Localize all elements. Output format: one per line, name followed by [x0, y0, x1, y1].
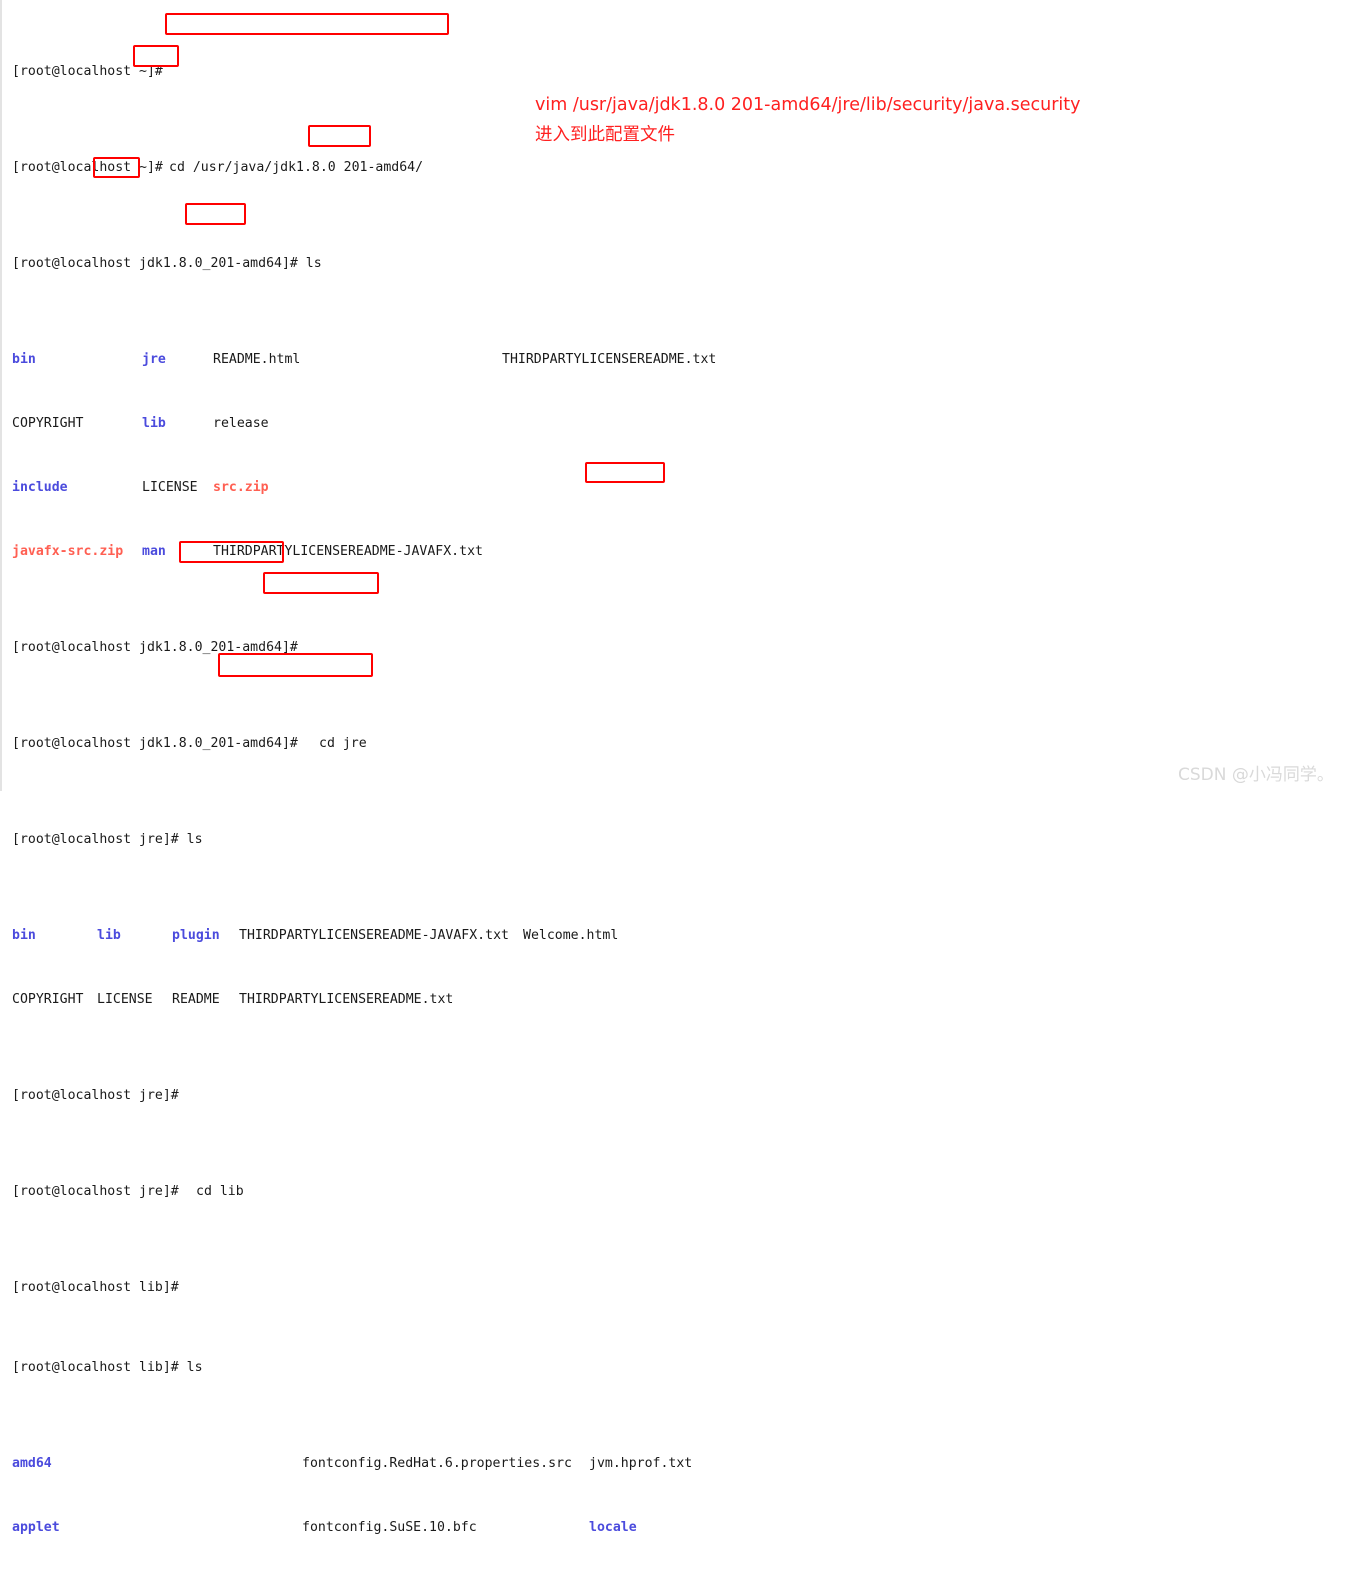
file-include[interactable]: include — [12, 480, 68, 496]
command-ls-jre: [root@localhost jre]# ls — [12, 832, 203, 847]
file-bin[interactable]: bin — [12, 928, 36, 944]
file-plugin[interactable]: plugin — [172, 928, 220, 944]
file-release[interactable]: release — [213, 416, 269, 432]
terminal-line: [root@localhost jre]# — [12, 1088, 1351, 1104]
terminal-line: [root@localhost jre]# ls — [12, 832, 1351, 848]
file-thirdparty-txt[interactable]: THIRDPARTYLICENSEREADME.txt — [239, 992, 453, 1008]
file-jre[interactable]: jre — [142, 352, 166, 368]
terminal-line: [root@localhost jdk1.8.0_201-amd64]# ls — [12, 256, 1351, 272]
ls-row: bin lib plugin THIRDPARTYLICENSEREADME-J… — [12, 928, 1351, 944]
annotation-chinese-note: 进入到此配置文件 — [535, 125, 675, 145]
annotation-vim-path: vim /usr/java/jdk1.8.0 201-amd64/jre/lib… — [535, 95, 1081, 115]
file-copyright[interactable]: COPYRIGHT — [12, 416, 83, 432]
shell-prompt: [root@localhost ~]# — [12, 160, 163, 175]
file-jvm-hprof-txt[interactable]: jvm.hprof.txt — [589, 1456, 692, 1472]
shell-prompt: [root@localhost lib]# — [12, 1280, 179, 1295]
file-thirdparty-javafx-txt[interactable]: THIRDPARTYLICENSEREADME-JAVAFX.txt — [239, 928, 509, 944]
terminal-line: [root@localhost lib]# ls — [12, 1360, 1351, 1376]
file-welcome-html[interactable]: Welcome.html — [523, 928, 618, 944]
terminal-line: [root@localhost ~]# — [12, 64, 1351, 80]
terminal-line: [root@localhost jdk1.8.0_201-amd64]# — [12, 640, 1351, 656]
shell-prompt: [root@localhost ~]# — [12, 64, 163, 79]
ls-row: COPYRIGHT lib release — [12, 416, 1351, 432]
command-cd-jre[interactable]: cd jre — [319, 736, 367, 752]
file-lib[interactable]: lib — [142, 416, 166, 432]
file-readme[interactable]: README — [172, 992, 220, 1008]
shell-prompt: [root@localhost jre]# — [12, 1088, 179, 1103]
shell-prompt: [root@localhost jdk1.8.0_201-amd64]# — [12, 736, 298, 751]
ls-row: javafx-src.zip man THIRDPARTYLICENSEREAD… — [12, 544, 1351, 560]
file-thirdparty-txt[interactable]: THIRDPARTYLICENSEREADME.txt — [502, 352, 716, 368]
file-bin[interactable]: bin — [12, 352, 36, 368]
ls-row: amd64 fontconfig.RedHat.6.properties.src… — [12, 1456, 1351, 1472]
ls-row: include LICENSE src.zip — [12, 480, 1351, 496]
terminal-line: [root@localhost jdk1.8.0_201-amd64]# cd j… — [12, 736, 1351, 752]
ls-row: COPYRIGHT LICENSE README THIRDPARTYLICEN… — [12, 992, 1351, 1008]
file-copyright[interactable]: COPYRIGHT — [12, 992, 83, 1008]
file-thirdparty-javafx-txt[interactable]: THIRDPARTYLICENSEREADME-JAVAFX.txt — [213, 544, 483, 560]
terminal-line: [root@localhost lib]# — [12, 1280, 1351, 1296]
file-license[interactable]: LICENSE — [97, 992, 153, 1008]
file-javafx-src-zip[interactable]: javafx-src.zip — [12, 544, 123, 560]
command-cd-jdk[interactable]: cd /usr/java/jdk1.8.0 201-amd64/ — [169, 160, 423, 176]
file-src-zip[interactable]: src.zip — [213, 480, 269, 496]
file-fontconfig-redhat6-props[interactable]: fontconfig.RedHat.6.properties.src — [302, 1456, 572, 1472]
terminal-output[interactable]: [root@localhost ~]# [root@localhost ~]# c… — [12, 0, 1351, 1582]
file-applet[interactable]: applet — [12, 1520, 60, 1536]
terminal-window: [root@localhost ~]# [root@localhost ~]# c… — [0, 0, 1351, 1535]
command-ls-lib: [root@localhost lib]# ls — [12, 1360, 203, 1375]
file-locale[interactable]: locale — [589, 1520, 637, 1536]
file-readme-html[interactable]: README.html — [213, 352, 300, 368]
terminal-line: [root@localhost ~]# cd /usr/java/jdk1.8.0… — [12, 160, 1351, 176]
file-fontconfig-suse10-bfc[interactable]: fontconfig.SuSE.10.bfc — [302, 1520, 477, 1536]
shell-prompt: [root@localhost jre]# — [12, 1184, 179, 1199]
command-ls-jdk: [root@localhost jdk1.8.0_201-amd64]# ls — [12, 256, 322, 271]
csdn-watermark: CSDN @小冯同学。 — [1178, 765, 1334, 785]
file-lib[interactable]: lib — [97, 928, 121, 944]
file-man[interactable]: man — [142, 544, 166, 560]
shell-prompt: [root@localhost jdk1.8.0_201-amd64]# — [12, 640, 298, 655]
command-cd-lib[interactable]: cd lib — [196, 1184, 244, 1200]
terminal-line: [root@localhost jre]# cd lib — [12, 1184, 1351, 1200]
ls-row: bin jre README.html THIRDPARTYLICENSEREA… — [12, 352, 1351, 368]
ls-row: applet fontconfig.SuSE.10.bfc locale — [12, 1520, 1351, 1536]
file-amd64[interactable]: amd64 — [12, 1456, 52, 1472]
file-license[interactable]: LICENSE — [142, 480, 198, 496]
